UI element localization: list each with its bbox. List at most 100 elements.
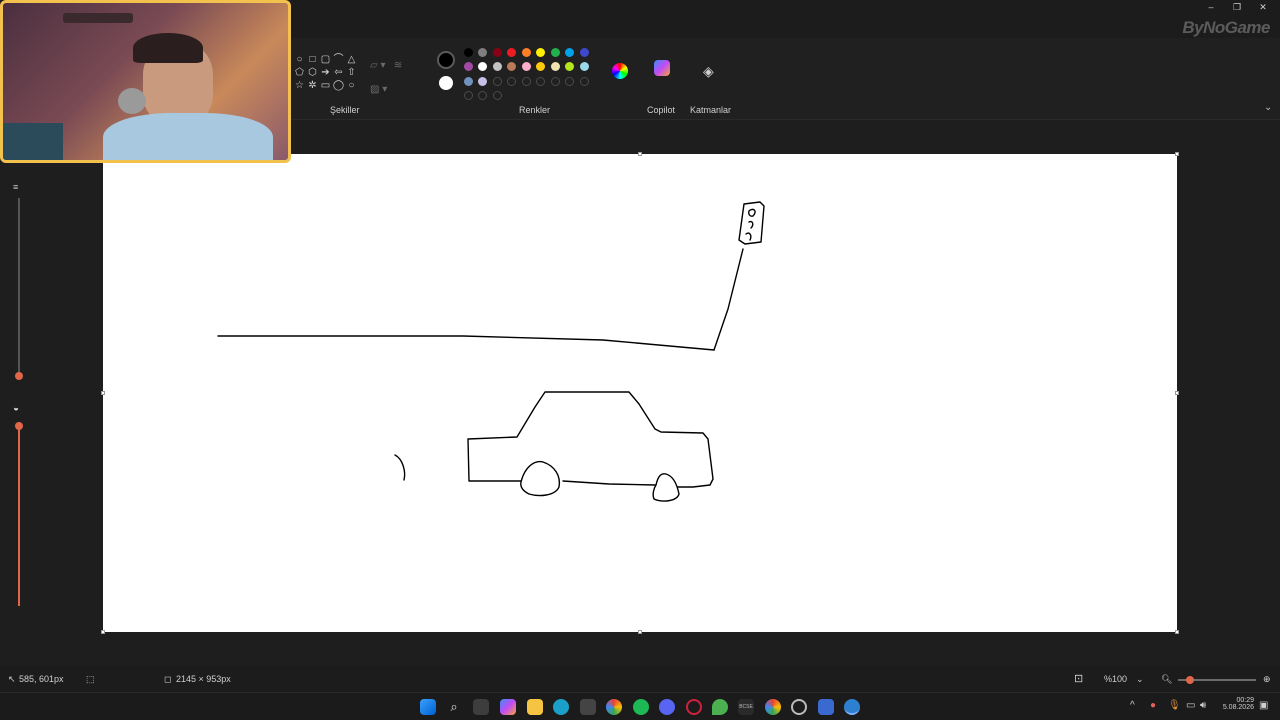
chevron-down-icon[interactable]: ⌄ [1136,674,1144,685]
shape-option[interactable]: □ [306,53,319,66]
task-view-icon[interactable] [473,699,489,715]
selection-icon[interactable]: ⬚ [86,674,95,685]
resize-handle[interactable] [638,152,642,156]
fill-icon[interactable]: ▨ ▾ [370,78,402,102]
maps-icon[interactable] [712,699,728,715]
custom-color-slot[interactable] [478,91,487,100]
shapes-gallery[interactable]: ○ □ ▢ ⌒ △ ⬠ ⬡ ➔ ⇦ ⇧ ☆ ✲ ▭ ◯ ○ [293,53,357,92]
edge-icon[interactable] [553,699,569,715]
search-icon[interactable]: ⌕ [446,699,462,715]
size-slider-track[interactable] [18,198,20,378]
custom-color-slot[interactable] [521,76,531,86]
color-swatch[interactable] [550,47,560,57]
microphone-icon[interactable]: 🎙︎ [1168,700,1181,711]
shape-option[interactable]: △ [345,53,358,66]
chevron-down-icon[interactable]: ⌄ [1264,102,1272,113]
color-swatch[interactable] [478,76,487,86]
shape-option[interactable]: ⬡ [306,66,319,79]
color-swatch[interactable] [565,47,574,57]
color-swatch[interactable] [579,47,589,57]
file-explorer-icon[interactable] [527,699,543,715]
notification-icon[interactable]: ▣ [1259,700,1268,711]
volume-icon[interactable]: 🔊︎ [1200,700,1206,711]
primary-color-swatch[interactable] [437,51,455,69]
paint-taskbar-icon[interactable] [844,699,860,715]
color-swatch[interactable] [550,62,560,71]
settings-icon[interactable] [791,699,807,715]
zoom-level-select[interactable]: %100 [1104,674,1127,684]
color-swatch[interactable] [492,47,502,57]
shape-option[interactable]: ▢ [319,53,332,66]
resize-handle[interactable] [638,630,642,634]
copilot-icon[interactable] [654,60,670,76]
zoom-out-icon[interactable]: 🔍︎ [1161,674,1172,685]
custom-color-slot[interactable] [536,76,545,86]
shape-option[interactable]: ☆ [293,79,306,92]
shape-option[interactable]: ○ [345,79,358,92]
custom-color-slot[interactable] [550,76,560,86]
color-wheel-icon[interactable] [612,63,628,79]
zoom-slider-thumb[interactable] [1186,676,1194,684]
app-icon[interactable]: BCSE [738,699,754,715]
resize-handle[interactable] [1175,630,1179,634]
store-icon[interactable] [580,699,596,715]
chrome-profile-icon[interactable] [765,699,781,715]
network-icon[interactable]: ▭ [1186,700,1195,711]
custom-color-slot[interactable] [492,91,502,100]
color-swatch[interactable] [579,62,589,71]
shape-option[interactable]: ○ [293,53,306,66]
copilot-taskbar-icon[interactable] [500,699,516,715]
color-swatch[interactable] [507,62,516,71]
spotify-icon[interactable] [633,699,649,715]
chrome-icon[interactable] [606,699,622,715]
color-swatch[interactable] [463,76,473,86]
custom-color-slot[interactable] [507,76,516,86]
shape-option[interactable]: ⇦ [332,66,345,79]
outline-icon[interactable]: ▱ ▾ ≋ [370,54,402,78]
shape-option[interactable]: ◯ [332,79,345,92]
opera-icon[interactable] [686,699,702,715]
color-swatch[interactable] [565,62,574,71]
resize-handle[interactable] [101,391,105,395]
color-swatch[interactable] [492,62,502,71]
custom-color-slot[interactable] [565,76,574,86]
maximize-button[interactable]: ❐ [1224,0,1250,14]
shape-option[interactable]: ⬠ [293,66,306,79]
drawing-canvas[interactable] [103,154,1177,632]
color-swatch[interactable] [507,47,516,57]
tray-app-icon[interactable]: ● [1150,700,1156,711]
color-swatch[interactable] [536,62,545,71]
shape-option[interactable]: ➔ [319,66,332,79]
color-swatch[interactable] [463,62,473,71]
color-swatch[interactable] [521,47,531,57]
zoom-in-icon[interactable]: ⊕ [1263,674,1271,685]
color-swatch[interactable] [478,47,487,57]
custom-color-slot[interactable] [579,76,589,86]
app-icon-2[interactable] [818,699,834,715]
layers-group-label[interactable]: Katmanlar [690,105,731,115]
color-swatch[interactable] [521,62,531,71]
opacity-slider-thumb[interactable] [15,422,23,430]
shape-option[interactable]: ✲ [306,79,319,92]
tray-overflow-icon[interactable]: ^ [1130,700,1135,711]
custom-color-slot[interactable] [492,76,502,86]
color-swatch[interactable] [536,47,545,57]
close-button[interactable]: ✕ [1250,0,1276,14]
shape-options[interactable]: ▱ ▾ ≋ ▨ ▾ [370,54,402,102]
opacity-slider-track[interactable] [18,422,20,606]
shape-option[interactable]: ▭ [319,79,332,92]
shape-option[interactable]: ⇧ [345,66,358,79]
tray-clock[interactable]: 00:29 5.08.2026 [1222,697,1254,711]
resize-handle[interactable] [101,630,105,634]
minimize-button[interactable]: – [1198,0,1224,14]
secondary-color-swatch[interactable] [439,76,453,90]
resize-handle[interactable] [1175,152,1179,156]
color-swatch[interactable] [463,47,473,57]
resize-handle[interactable] [1175,391,1179,395]
custom-color-slot[interactable] [463,91,473,100]
color-palette[interactable] [461,45,592,103]
fit-screen-icon[interactable]: ⊡ [1074,672,1083,685]
copilot-group-label[interactable]: Copilot [647,105,675,115]
start-menu-icon[interactable] [420,699,436,715]
color-swatch[interactable] [478,62,487,71]
